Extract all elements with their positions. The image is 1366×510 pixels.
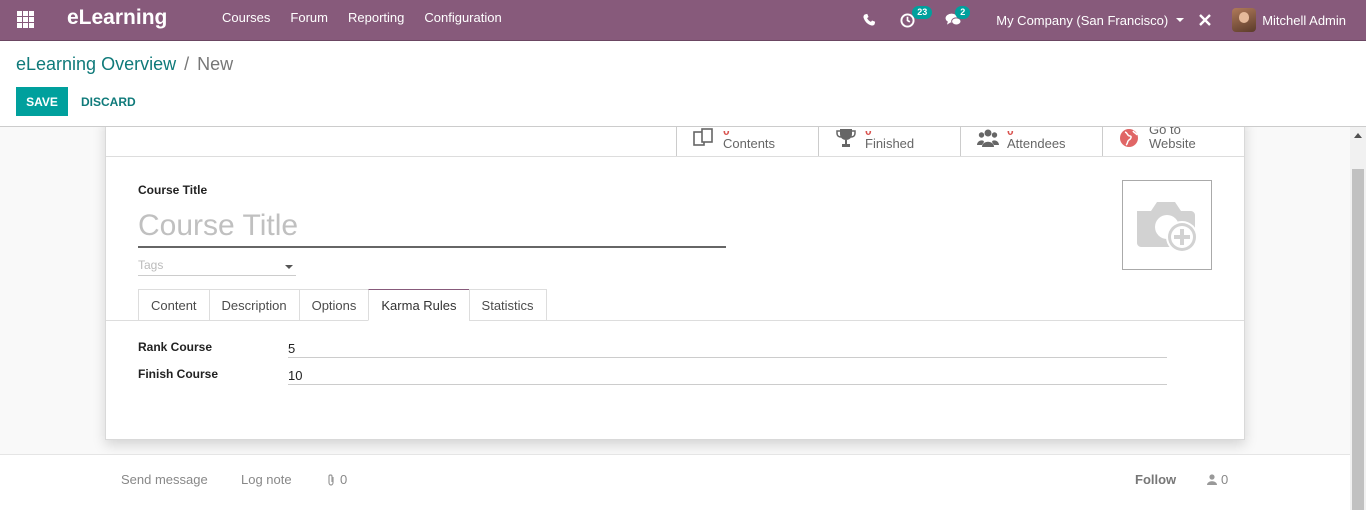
- app-brand[interactable]: eLearning: [67, 6, 167, 30]
- followers-count: 0: [1221, 472, 1229, 487]
- user-name: Mitchell Admin: [1262, 12, 1346, 28]
- trophy-icon: [836, 129, 856, 147]
- main-menu: Courses Forum Reporting Configuration: [212, 0, 512, 40]
- attendees-label: Attendees: [1007, 136, 1066, 151]
- course-title-label: Course Title: [138, 183, 208, 197]
- tab-content[interactable]: Content: [138, 289, 209, 321]
- paperclip-icon: [328, 473, 334, 486]
- rank-course-label: Rank Course: [138, 340, 213, 354]
- messages-badge: 2: [955, 6, 971, 19]
- course-image-upload[interactable]: [1122, 180, 1212, 270]
- tab-options[interactable]: Options: [298, 289, 369, 321]
- finish-course-input[interactable]: [288, 363, 1167, 385]
- menu-item-courses[interactable]: Courses: [212, 0, 280, 40]
- top-navbar: eLearning Courses Forum Reporting Config…: [0, 0, 1366, 41]
- notebook-tabs: Content Description Options Karma Rules …: [138, 289, 547, 321]
- tab-description[interactable]: Description: [208, 289, 299, 321]
- tab-statistics[interactable]: Statistics: [468, 289, 547, 321]
- vertical-scrollbar[interactable]: [1350, 127, 1366, 510]
- go-to-website-smart-button[interactable]: Go to Website: [1102, 127, 1244, 156]
- menu-item-reporting[interactable]: Reporting: [338, 0, 414, 40]
- followers-button[interactable]: 0: [1207, 472, 1228, 487]
- breadcrumb-parent[interactable]: eLearning Overview: [16, 54, 176, 75]
- activity-clock-icon[interactable]: 23: [900, 0, 933, 40]
- menu-item-configuration[interactable]: Configuration: [414, 0, 511, 40]
- contents-smart-button[interactable]: 0 Contents: [676, 127, 818, 156]
- control-panel: eLearning Overview / New SAVE DISCARD: [0, 41, 1366, 127]
- scroll-up-arrow-icon[interactable]: [1354, 133, 1362, 138]
- save-button[interactable]: SAVE: [16, 87, 68, 116]
- finish-course-label: Finish Course: [138, 367, 219, 381]
- attachments-count: 0: [340, 472, 348, 487]
- users-icon: [977, 129, 999, 147]
- company-name: My Company (San Francisco): [996, 12, 1169, 28]
- rank-course-input[interactable]: [288, 336, 1167, 358]
- debug-tools-icon[interactable]: [1198, 0, 1212, 40]
- contents-label: Contents: [723, 136, 776, 151]
- form-sheet: 0 Contents 0 Finished 0 Attendees: [105, 127, 1245, 440]
- finished-label: Finished: [865, 136, 915, 151]
- attachments-button[interactable]: 0: [326, 472, 347, 487]
- chevron-down-icon: [285, 265, 293, 269]
- course-title-input[interactable]: [138, 206, 726, 248]
- breadcrumb-current: New: [197, 54, 234, 74]
- log-note-button[interactable]: Log note: [241, 472, 292, 487]
- camera-plus-icon: [1137, 202, 1198, 253]
- systray: 23 2 My Company (San Francisco) Mitchell…: [862, 0, 1366, 40]
- attendees-smart-button[interactable]: 0 Attendees: [960, 127, 1102, 156]
- form-view: 0 Contents 0 Finished 0 Attendees: [0, 127, 1350, 454]
- button-box-divider: [106, 156, 1244, 157]
- company-switcher[interactable]: My Company (San Francisco): [996, 12, 1185, 28]
- globe-icon: [1120, 129, 1138, 147]
- finished-smart-button[interactable]: 0 Finished: [818, 127, 960, 156]
- menu-item-forum[interactable]: Forum: [280, 0, 338, 40]
- breadcrumb-separator: /: [184, 54, 190, 74]
- smart-button-box: 0 Contents 0 Finished 0 Attendees: [676, 127, 1244, 156]
- follow-button[interactable]: Follow: [1135, 472, 1176, 487]
- messages-chat-icon[interactable]: 2: [945, 0, 971, 40]
- chatter: Send message Log note 0 Follow 0: [0, 454, 1350, 510]
- avatar: [1232, 8, 1257, 32]
- tab-karma-rules[interactable]: Karma Rules: [368, 289, 469, 321]
- phone-icon[interactable]: [862, 0, 876, 40]
- chevron-down-icon: [1176, 18, 1185, 22]
- user-icon: [1207, 474, 1217, 485]
- tags-placeholder: Tags: [138, 258, 164, 272]
- send-message-button[interactable]: Send message: [121, 472, 208, 487]
- activity-badge: 23: [912, 6, 933, 19]
- documents-icon: [693, 128, 713, 146]
- user-menu[interactable]: Mitchell Admin: [1232, 8, 1346, 32]
- apps-menu-icon[interactable]: [17, 11, 34, 28]
- website-label: Website: [1149, 136, 1196, 151]
- tags-field[interactable]: Tags: [138, 258, 296, 276]
- breadcrumb: eLearning Overview / New: [16, 54, 233, 75]
- discard-button[interactable]: DISCARD: [73, 87, 144, 116]
- scrollbar-thumb[interactable]: [1352, 169, 1364, 510]
